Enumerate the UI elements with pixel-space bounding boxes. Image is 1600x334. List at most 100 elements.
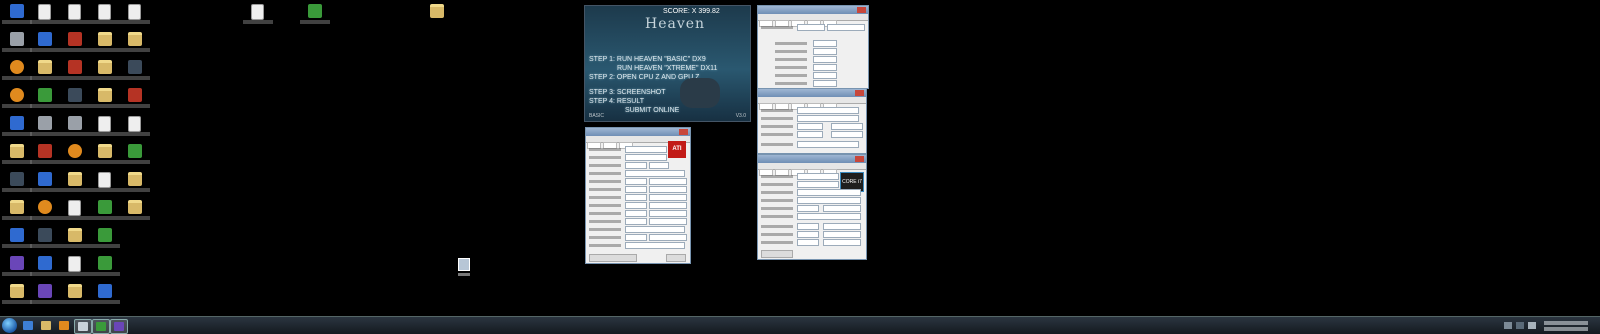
gpu-select-dropdown[interactable] bbox=[589, 254, 637, 262]
desktop-icon[interactable] bbox=[60, 2, 90, 30]
clock[interactable] bbox=[1544, 321, 1588, 325]
app-icon bbox=[308, 4, 322, 18]
cpuz-window-mainboard[interactable] bbox=[757, 88, 867, 154]
processor-select-dropdown[interactable] bbox=[761, 250, 793, 258]
heaven-benchmark-window[interactable]: SCORE: X 399.82 Heaven STEP 1: RUN HEAVE… bbox=[584, 5, 751, 122]
desktop-icon[interactable] bbox=[2, 282, 32, 310]
desktop-icon[interactable] bbox=[30, 226, 60, 254]
cpuz-titlebar[interactable] bbox=[758, 155, 866, 163]
heaven-step-4: STEP 4: RESULT bbox=[589, 98, 644, 105]
cpuz-titlebar[interactable] bbox=[758, 89, 866, 97]
desktop-icon[interactable] bbox=[90, 198, 120, 226]
desktop-icon[interactable] bbox=[60, 254, 90, 282]
close-button[interactable] bbox=[855, 156, 864, 162]
desktop-icon[interactable] bbox=[120, 198, 150, 226]
desktop-icon[interactable] bbox=[60, 30, 90, 58]
desktop-icon[interactable] bbox=[30, 142, 60, 170]
start-button[interactable] bbox=[2, 318, 17, 333]
cpuz-window-cpu[interactable]: CORE i7 bbox=[757, 154, 867, 260]
document-icon bbox=[128, 4, 141, 20]
app-icon bbox=[10, 228, 24, 242]
folder-icon bbox=[430, 4, 444, 18]
cpuz-titlebar[interactable] bbox=[758, 6, 868, 14]
close-button[interactable] bbox=[857, 7, 866, 13]
desktop-icon[interactable] bbox=[30, 114, 60, 142]
desktop-icon[interactable] bbox=[90, 30, 120, 58]
recycle-bin[interactable] bbox=[458, 258, 470, 276]
desktop-icon[interactable] bbox=[120, 142, 150, 170]
desktop-icon[interactable] bbox=[60, 226, 90, 254]
desktop-icon[interactable] bbox=[30, 198, 60, 226]
desktop-icon[interactable] bbox=[2, 142, 32, 170]
desktop-icon[interactable] bbox=[90, 58, 120, 86]
folder-icon bbox=[98, 144, 112, 158]
gpuz-window[interactable]: ATI bbox=[585, 127, 691, 264]
gpuz-titlebar[interactable] bbox=[586, 128, 690, 136]
taskbar-explorer-button[interactable] bbox=[38, 319, 54, 332]
desktop-icon[interactable] bbox=[422, 2, 450, 30]
desktop-icon[interactable] bbox=[300, 2, 330, 30]
system-tray[interactable] bbox=[1504, 319, 1594, 332]
desktop-icon[interactable] bbox=[90, 142, 120, 170]
taskbar-heaven-button[interactable] bbox=[92, 319, 110, 334]
document-icon bbox=[251, 4, 264, 20]
desktop-icon[interactable] bbox=[60, 86, 90, 114]
heaven-step-4b: SUBMIT ONLINE bbox=[625, 107, 680, 114]
desktop-icon[interactable] bbox=[243, 2, 273, 30]
taskbar-ie-button[interactable] bbox=[20, 319, 36, 332]
desktop-icon[interactable] bbox=[30, 30, 60, 58]
desktop-icon[interactable] bbox=[120, 2, 150, 30]
desktop-icon[interactable] bbox=[30, 282, 60, 310]
desktop-icon[interactable] bbox=[60, 58, 90, 86]
desktop-icon[interactable] bbox=[60, 114, 90, 142]
desktop-icon[interactable] bbox=[120, 58, 150, 86]
close-button[interactable] bbox=[666, 254, 686, 262]
cpuz-tabs[interactable] bbox=[758, 97, 866, 110]
desktop-icon[interactable] bbox=[30, 2, 60, 30]
desktop-icon[interactable] bbox=[120, 114, 150, 142]
desktop-icon[interactable] bbox=[2, 86, 32, 114]
desktop-icon-computer[interactable] bbox=[2, 2, 32, 30]
desktop-icon[interactable] bbox=[90, 86, 120, 114]
cpuz-tabs[interactable] bbox=[758, 163, 866, 176]
desktop-icon[interactable] bbox=[120, 30, 150, 58]
desktop-icon[interactable] bbox=[60, 142, 90, 170]
desktop-icon[interactable] bbox=[60, 198, 90, 226]
cpuz-tabs[interactable] bbox=[758, 14, 868, 27]
desktop-icon[interactable] bbox=[90, 254, 120, 282]
desktop-icon[interactable] bbox=[120, 86, 150, 114]
volume-icon[interactable] bbox=[1528, 322, 1536, 329]
desktop-icon[interactable] bbox=[30, 170, 60, 198]
desktop-icon[interactable] bbox=[30, 254, 60, 282]
close-button[interactable] bbox=[855, 90, 864, 96]
taskbar-media-button[interactable] bbox=[56, 319, 72, 332]
desktop-icon[interactable] bbox=[2, 254, 32, 282]
date[interactable] bbox=[1544, 327, 1588, 331]
desktop-icon[interactable] bbox=[30, 58, 60, 86]
desktop-icon[interactable] bbox=[2, 226, 32, 254]
network-icon[interactable] bbox=[1516, 322, 1524, 329]
desktop-icon[interactable] bbox=[120, 170, 150, 198]
tray-icon[interactable] bbox=[1504, 322, 1512, 329]
desktop-icon[interactable] bbox=[2, 198, 32, 226]
desktop-icon[interactable] bbox=[90, 226, 120, 254]
folder-icon bbox=[128, 32, 142, 46]
desktop-icon[interactable] bbox=[90, 282, 120, 310]
cpuz-icon bbox=[114, 322, 124, 331]
app-icon bbox=[128, 144, 142, 158]
desktop-icon[interactable] bbox=[90, 170, 120, 198]
desktop-icon[interactable] bbox=[90, 114, 120, 142]
desktop-icon[interactable] bbox=[2, 170, 32, 198]
app-icon bbox=[98, 228, 112, 242]
taskbar-gpuz-button[interactable] bbox=[74, 319, 92, 334]
desktop-icon[interactable] bbox=[2, 58, 32, 86]
desktop-icon[interactable] bbox=[2, 30, 32, 58]
desktop-icon[interactable] bbox=[60, 282, 90, 310]
desktop-icon[interactable] bbox=[60, 170, 90, 198]
cpuz-window-spd[interactable] bbox=[757, 5, 869, 89]
desktop-icon[interactable] bbox=[2, 114, 32, 142]
taskbar-cpuz-button[interactable] bbox=[110, 319, 128, 334]
desktop-icon[interactable] bbox=[30, 86, 60, 114]
close-button[interactable] bbox=[679, 129, 688, 135]
desktop-icon[interactable] bbox=[90, 2, 120, 30]
